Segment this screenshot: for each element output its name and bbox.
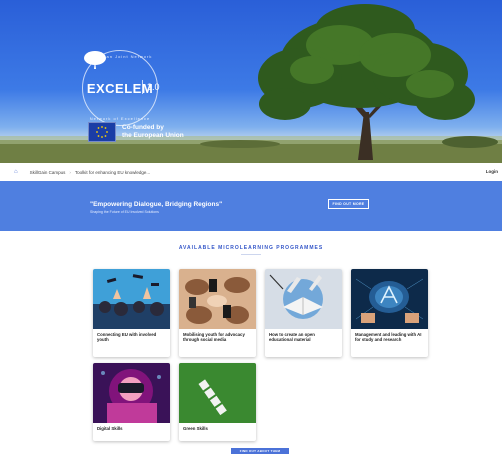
programme-card-open-material[interactable]: How to create an open educational materi… (265, 269, 342, 357)
card-label: Green Skills (183, 426, 208, 431)
card-label: Digital Skills (97, 426, 123, 431)
breadcrumb-separator: › (69, 169, 71, 175)
find-out-about-them-button[interactable]: FIND OUT ABOUT THEM (231, 448, 289, 454)
section-title: AVAILABLE MICROLEARNING PROGRAMMES (178, 245, 324, 251)
programme-card-ai[interactable]: Management and leading with AI for study… (351, 269, 428, 357)
ai-brain-photo-icon (351, 269, 428, 329)
logo-ring-text-bottom: Network of Excellence (89, 116, 151, 121)
open-book-photo-icon (265, 269, 342, 329)
find-out-more-button[interactable]: FIND OUT MORE (328, 199, 369, 209)
programme-card-green-skills[interactable]: Green Skills (179, 363, 256, 441)
card-label: Mobilising youth for advocacy through so… (183, 332, 245, 343)
eu-cofunded-badge: Co-funded by the European Union (88, 122, 184, 142)
logo-divider (142, 80, 143, 94)
vr-headset-photo-icon (93, 363, 170, 423)
tree-icon (84, 51, 106, 69)
breadcrumb-item-toolkit[interactable]: Toolkit for enhancing EU knowledge... (75, 170, 150, 175)
banner-subtitle: Shaping the Future of EU Involved Soluti… (90, 210, 159, 214)
card-label: Management and leading with AI for study… (355, 332, 422, 343)
eu-text-line2: the European Union (122, 132, 184, 139)
programme-card-youth[interactable]: Connecting EU with involved youth (93, 269, 170, 357)
programme-card-digital-skills[interactable]: Digital Skills (93, 363, 170, 441)
eu-text-line1: Co-funded by (122, 124, 164, 131)
hero-banner: European Joint Network EXCELEM Network o… (0, 0, 502, 163)
login-link[interactable]: Login (486, 169, 498, 174)
hero-landscape-image (0, 4, 502, 163)
hands-phones-photo-icon (179, 269, 256, 329)
banner-title: "Empowering Dialogue, Bridging Regions" (90, 201, 223, 208)
card-label: Connecting EU with involved youth (97, 332, 157, 343)
home-icon[interactable]: ⌂ (14, 169, 18, 175)
graduation-photo-icon (93, 269, 170, 329)
green-grass-photo-icon (179, 363, 256, 423)
eu-flag-icon (88, 122, 116, 142)
section-underline (241, 254, 261, 255)
card-label: How to create an open educational materi… (269, 332, 315, 343)
programme-card-social-media[interactable]: Mobilising youth for advocacy through so… (179, 269, 256, 357)
breadcrumb: ⌂ SkillGain Campus › Toolkit for enhanci… (0, 163, 502, 182)
tagline-banner: "Empowering Dialogue, Bridging Regions" … (0, 181, 502, 231)
breadcrumb-item-campus[interactable]: SkillGain Campus (30, 170, 66, 175)
logo-version: 2.0 (147, 82, 160, 92)
